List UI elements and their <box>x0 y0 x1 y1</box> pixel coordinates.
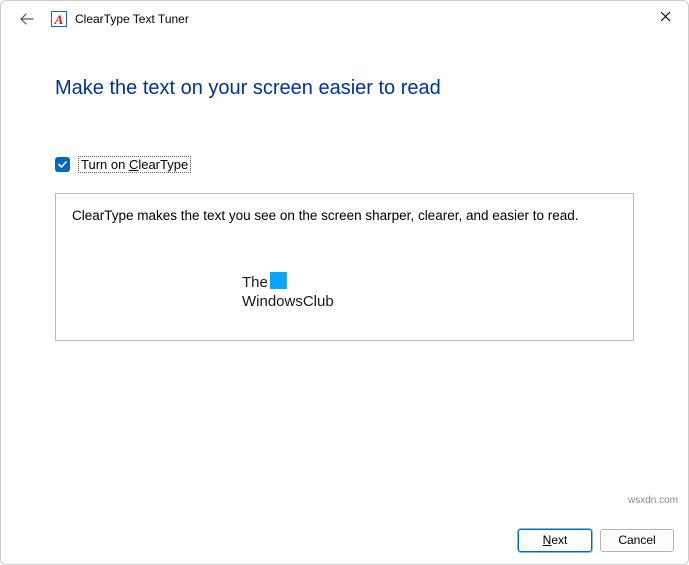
cleartype-checkbox[interactable] <box>55 157 70 172</box>
watermark: The WindowsClub <box>242 272 334 312</box>
source-label: wsxdn.com <box>628 495 678 506</box>
cancel-button[interactable]: Cancel <box>600 529 674 552</box>
app-icon: A <box>51 11 67 27</box>
titlebar: A ClearType Text Tuner <box>1 1 688 37</box>
close-button[interactable] <box>642 1 688 31</box>
window-title: ClearType Text Tuner <box>75 12 189 26</box>
cleartype-checkbox-label[interactable]: Turn on ClearType <box>78 156 191 173</box>
sample-text: ClearType makes the text you see on the … <box>72 208 617 223</box>
back-arrow-icon <box>20 12 34 26</box>
cleartype-checkbox-row: Turn on ClearType <box>55 156 634 173</box>
sample-box: ClearType makes the text you see on the … <box>55 193 634 341</box>
close-icon <box>660 11 671 22</box>
back-button[interactable] <box>15 7 39 31</box>
watermark-square-icon <box>270 272 287 289</box>
page-heading: Make the text on your screen easier to r… <box>55 77 634 100</box>
check-icon <box>57 159 68 170</box>
footer: Next Cancel <box>1 516 688 564</box>
next-button[interactable]: Next <box>518 529 592 552</box>
content-area: Make the text on your screen easier to r… <box>1 37 688 341</box>
